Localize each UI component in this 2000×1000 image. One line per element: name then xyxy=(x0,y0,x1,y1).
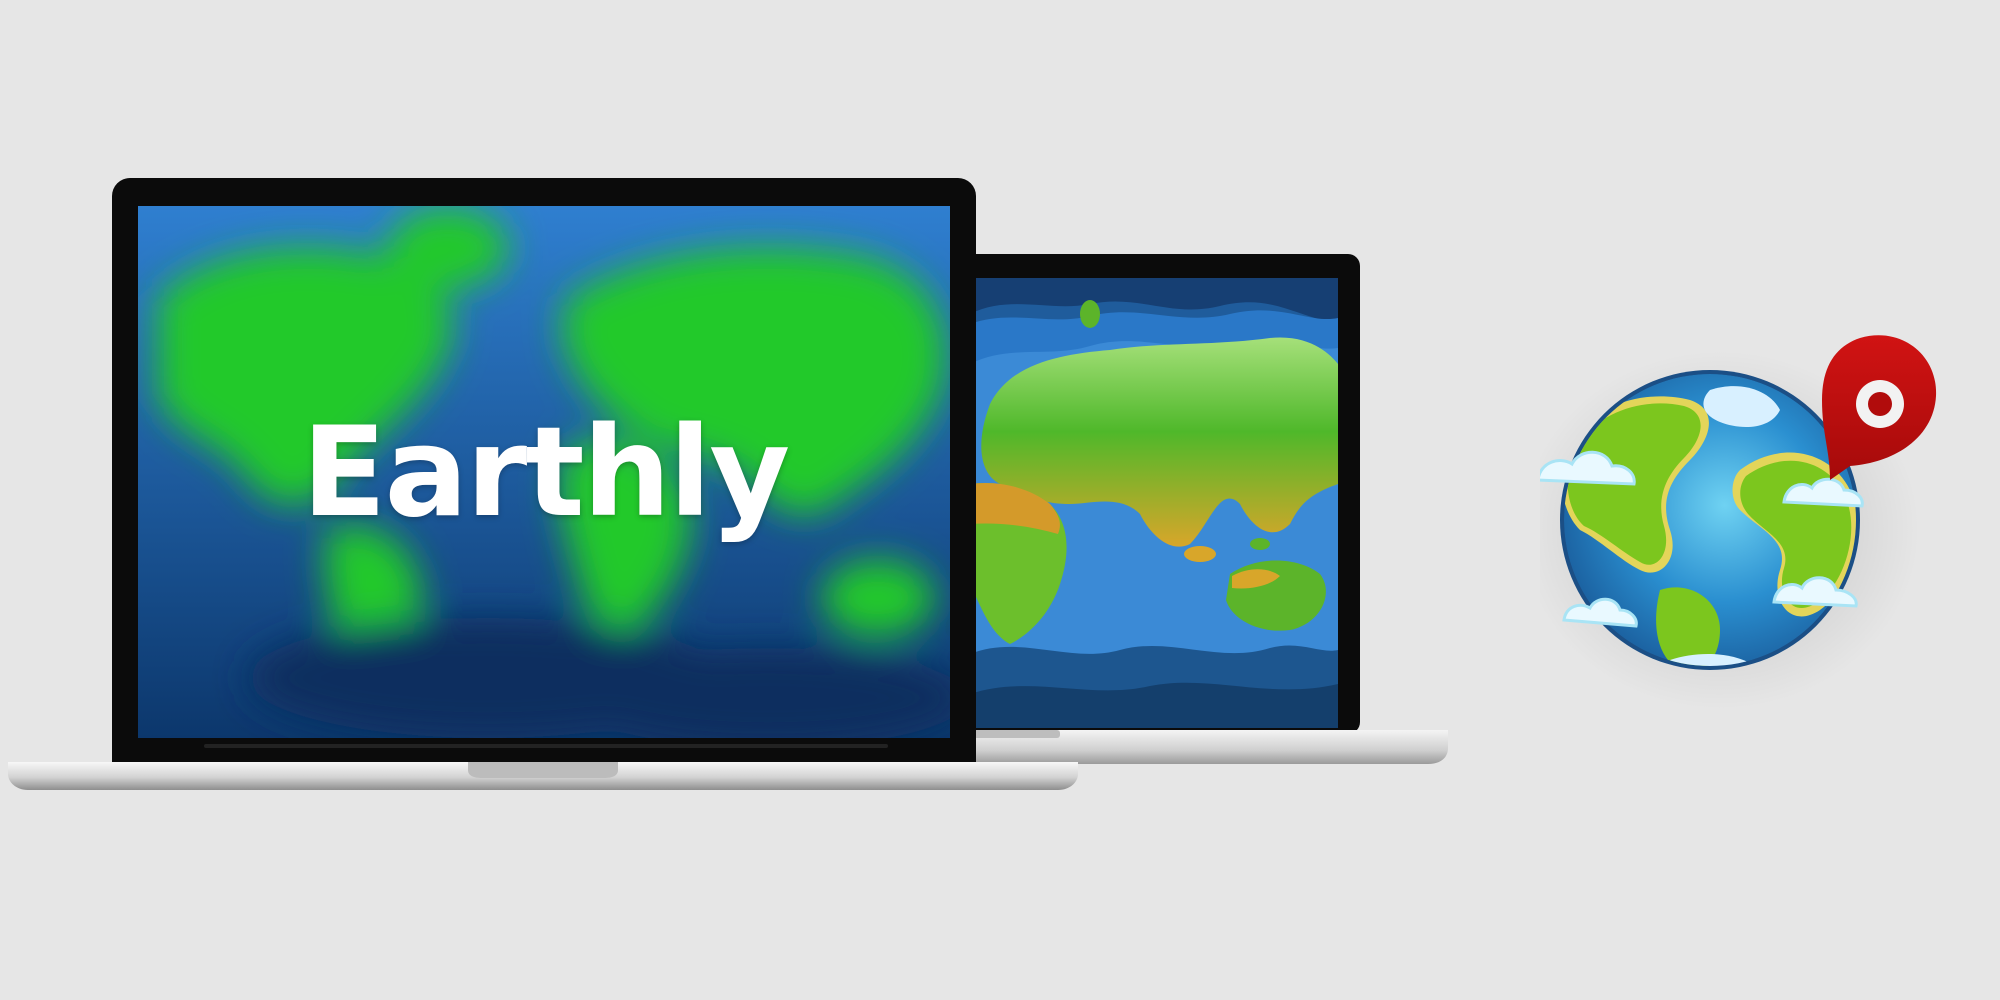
location-pin-icon xyxy=(1822,335,1937,480)
front-laptop-graphic xyxy=(8,178,1078,790)
front-laptop xyxy=(8,178,1078,790)
front-screen-map xyxy=(138,206,950,738)
globe-icon-graphic xyxy=(1520,335,1937,710)
globe-location-pin-icon xyxy=(1520,330,1960,710)
